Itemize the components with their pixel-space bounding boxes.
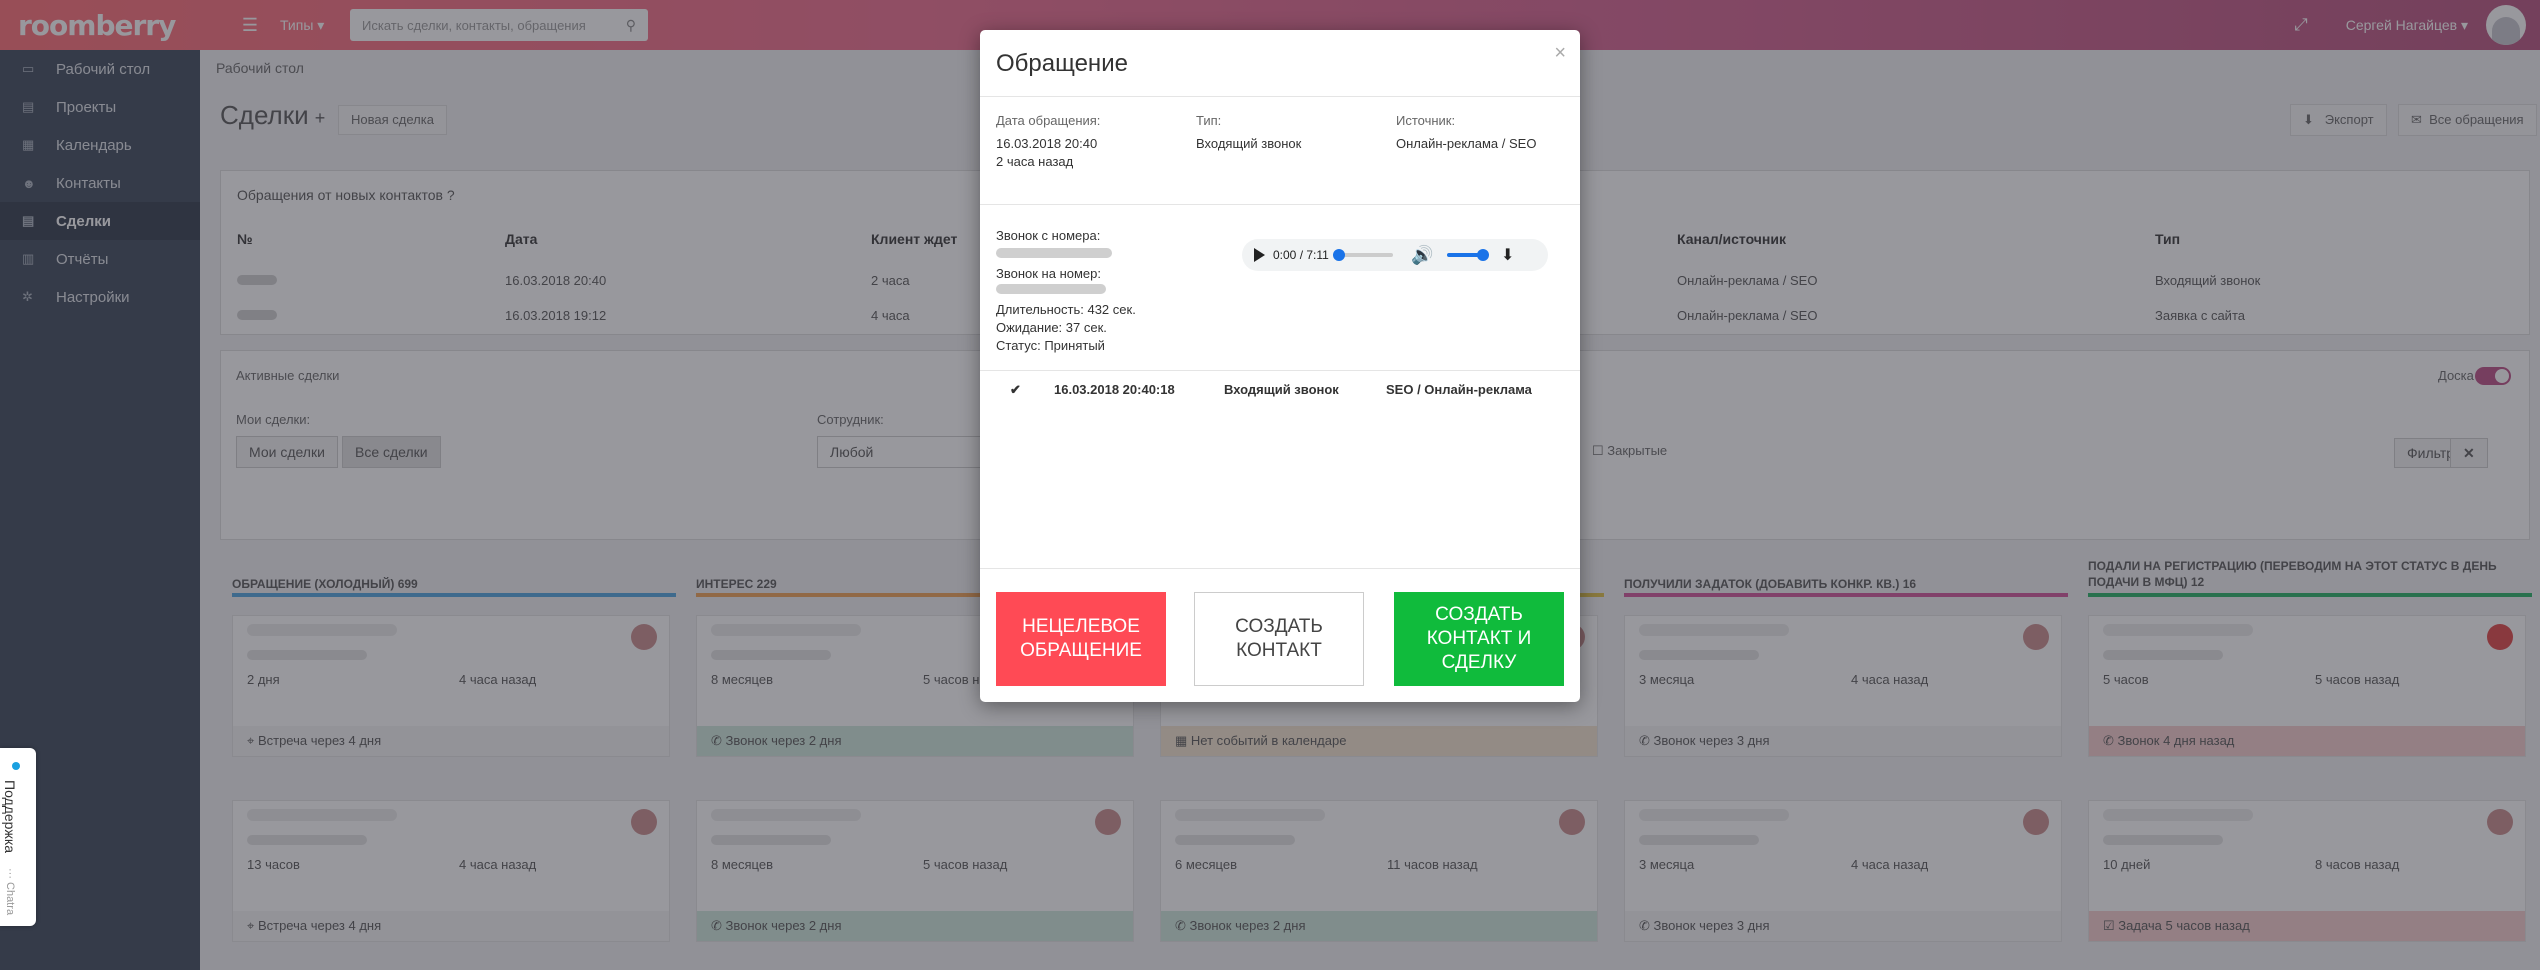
call-from-label: Звонок с номера: — [996, 228, 1101, 243]
type-value: Входящий звонок — [1196, 136, 1302, 151]
volume-slider[interactable] — [1447, 249, 1489, 261]
support-label: Поддержка — [2, 780, 18, 854]
type-label: Тип: — [1196, 113, 1222, 128]
date-ago: 2 часа назад — [996, 154, 1074, 169]
status: Статус: Принятый — [996, 338, 1105, 353]
divider — [980, 370, 1580, 371]
support-widget[interactable]: Поддержка ··· Chatra — [0, 748, 36, 926]
modal-title: Обращение — [996, 50, 1128, 77]
check-icon: ✔ — [1010, 382, 1021, 397]
untargeted-button[interactable]: Нецелевое обращение — [996, 592, 1166, 686]
chatra-label: ··· Chatra — [4, 868, 16, 916]
duration: Длительность: 432 сек. — [996, 302, 1136, 317]
date-label: Дата обращения: — [996, 113, 1101, 128]
divider — [980, 96, 1580, 97]
date-value: 16.03.2018 20:40 — [996, 136, 1098, 151]
online-indicator — [12, 762, 20, 770]
volume-icon[interactable]: 🔊 — [1411, 245, 1447, 266]
divider — [980, 568, 1580, 569]
call-to-label: Звонок на номер: — [996, 266, 1101, 281]
row-datetime: 16.03.2018 20:40:18 — [1054, 382, 1175, 397]
list-item[interactable]: ✔ 16.03.2018 20:40:18 Входящий звонок SE… — [980, 372, 1580, 406]
row-source: SEO / Онлайн-реклама — [1386, 382, 1532, 397]
waiting: Ожидание: 37 сек. — [996, 320, 1107, 335]
divider — [980, 204, 1580, 205]
source-label: Источник: — [1396, 113, 1456, 128]
request-modal: Обращение × Дата обращения: 16.03.2018 2… — [980, 30, 1580, 702]
source-value: Онлайн-реклама / SEO — [1396, 136, 1537, 151]
download-icon[interactable]: ⬇ — [1501, 245, 1514, 265]
progress-slider[interactable] — [1333, 249, 1393, 261]
play-icon[interactable] — [1254, 248, 1265, 262]
close-icon[interactable]: × — [1554, 42, 1566, 65]
create-contact-button[interactable]: Создать контакт — [1194, 592, 1364, 686]
redacted-phone — [996, 248, 1112, 258]
row-type: Входящий звонок — [1224, 382, 1339, 397]
player-time: 0:00 / 7:11 — [1273, 248, 1329, 262]
audio-player[interactable]: 0:00 / 7:11 🔊 ⬇ — [1242, 239, 1548, 271]
create-contact-deal-button[interactable]: Создать контакт и сделку — [1394, 592, 1564, 686]
redacted-phone — [996, 284, 1106, 294]
